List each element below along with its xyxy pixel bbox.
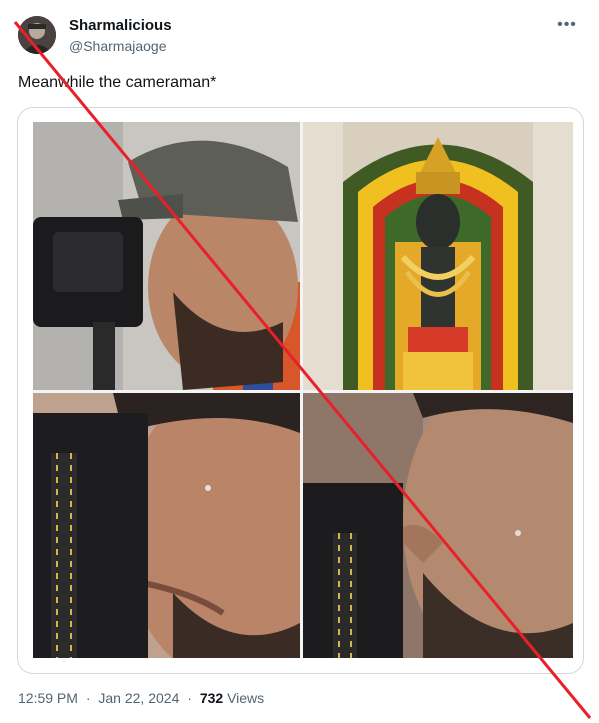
photo-photographer-cap[interactable] xyxy=(33,122,300,390)
meta-separator-2: · xyxy=(187,690,192,706)
tweet-date[interactable]: Jan 22, 2024 xyxy=(98,690,179,706)
photo-deity-idol[interactable] xyxy=(303,122,573,390)
avatar-image xyxy=(18,16,56,54)
photo-collage[interactable] xyxy=(33,122,573,658)
author-avatar[interactable] xyxy=(18,16,56,54)
media-card[interactable] xyxy=(17,107,584,674)
photographer-closeup-tears-photo xyxy=(33,393,300,658)
tweet-meta: 12:59 PM · Jan 22, 2024 · 732 Views xyxy=(18,690,264,706)
photo-photographer-profile[interactable] xyxy=(303,393,573,658)
more-options-icon[interactable]: ••• xyxy=(553,15,581,39)
views-label: Views xyxy=(227,690,265,706)
photographer-side-profile-tears-photo xyxy=(303,393,573,658)
author-handle[interactable]: @Sharmajaoge xyxy=(69,38,167,54)
tweet-time[interactable]: 12:59 PM xyxy=(18,690,78,706)
meta-separator: · xyxy=(85,690,91,706)
views-count: 732 xyxy=(199,690,224,706)
tweet-text: Meanwhile the cameraman* xyxy=(18,74,217,91)
photo-photographer-closeup[interactable] xyxy=(33,393,300,658)
tweet-card: Sharmalicious @Sharmajaoge ••• Meanwhile… xyxy=(0,0,599,723)
deity-idol-with-garlands-photo xyxy=(303,122,573,390)
author-display-name[interactable]: Sharmalicious xyxy=(69,17,172,34)
photographer-crying-cap-photo xyxy=(33,122,300,390)
